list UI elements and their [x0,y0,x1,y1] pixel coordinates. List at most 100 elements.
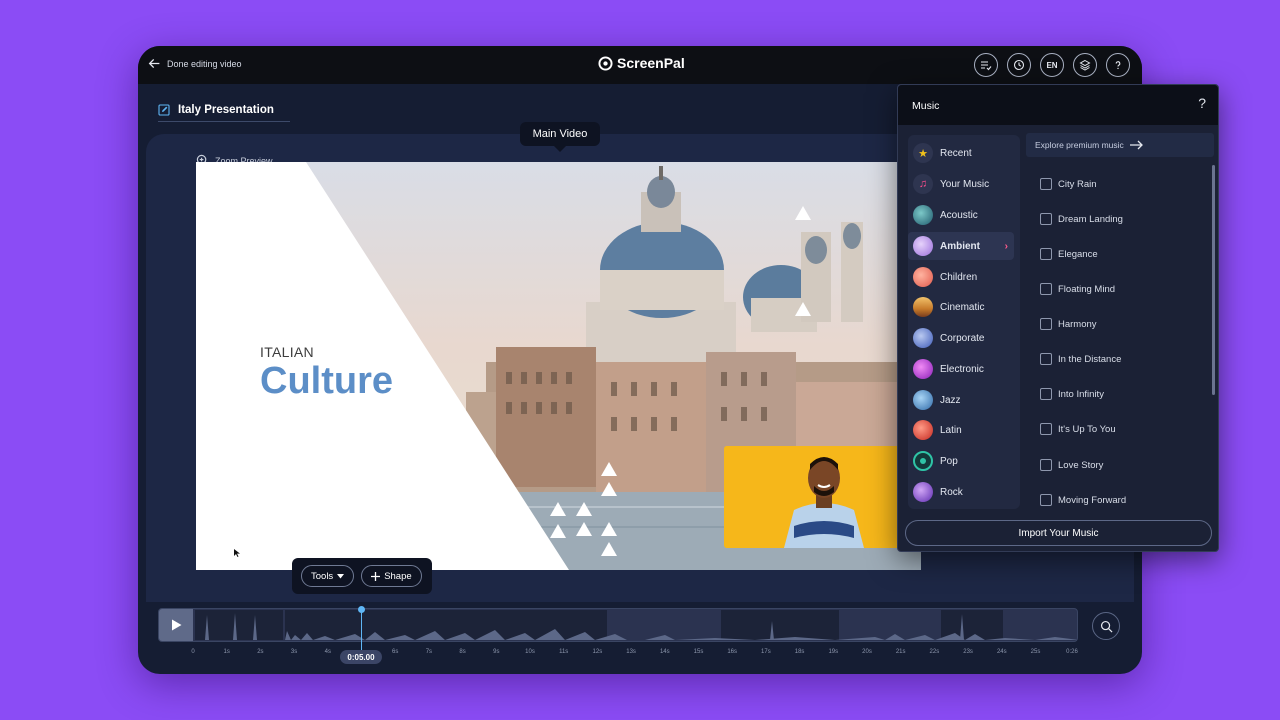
genre-label: Acoustic [940,209,978,221]
done-editing-button[interactable]: Done editing video [148,57,242,70]
tick-label: 1s [223,649,230,655]
list-check-icon [981,61,992,71]
tools-dropdown[interactable]: Tools [301,565,355,587]
genre-item-corporate[interactable]: Corporate [908,324,1014,352]
latin-icon [913,420,933,440]
genre-item-rock[interactable]: Rock [908,478,1014,506]
genre-item-children[interactable]: Children [908,263,1014,291]
tick-label: 18s [794,649,805,655]
timeline-zoom-button[interactable] [1092,612,1120,640]
genre-label: Cinematic [940,301,985,313]
track-title: Dream Landing [1058,213,1123,225]
screenpal-logo: ScreenPal [598,55,685,71]
track-item[interactable]: Love Story [1026,454,1206,476]
tick-label: 14s [659,649,670,655]
main-video-tooltip: Main Video [520,122,600,152]
language-button[interactable]: EN [1040,53,1064,77]
genre-label: Jazz [940,394,961,406]
track-list-scrollbar[interactable] [1212,165,1215,395]
search-icon [1100,620,1112,632]
pop-icon [913,451,933,471]
import-music-button[interactable]: Import Your Music [905,520,1212,546]
genre-item-your-music[interactable]: ♫ Your Music [908,170,1014,198]
genre-item-cinematic[interactable]: Cinematic [908,293,1014,321]
genre-list: ★ Recent ♫ Your Music Acoustic Ambient ›… [908,135,1020,509]
genre-item-jazz[interactable]: Jazz [908,386,1014,414]
genre-item-ambient[interactable]: Ambient › [908,232,1014,260]
track-item[interactable]: City Rain [1026,173,1206,195]
track-checkbox[interactable] [1040,459,1052,471]
play-button[interactable] [159,609,193,641]
project-title-tab[interactable]: Italy Presentation [158,98,290,122]
genre-label: Ambient [940,240,980,252]
shape-label: Shape [384,570,412,582]
chevron-right-icon: › [1004,240,1008,252]
video-canvas[interactable]: ITALIAN Culture [196,162,921,570]
logo-mark-icon [598,55,613,71]
tick-label: 4s [324,649,331,655]
track-checkbox[interactable] [1040,494,1052,506]
genre-item-acoustic[interactable]: Acoustic [908,201,1014,229]
track-checkbox[interactable] [1040,283,1052,295]
current-time-badge: 0:05.00 [340,650,382,664]
timeline-track[interactable] [158,608,1078,642]
track-item[interactable]: Moving Forward [1026,489,1206,511]
help-button[interactable] [1106,53,1130,77]
top-bar: Done editing video ScreenPal EN [138,46,1142,84]
star-icon: ★ [913,143,933,163]
layers-icon [1079,59,1091,71]
tick-label: 22s [929,649,940,655]
slide-kicker: ITALIAN [260,344,314,360]
genre-label: Children [940,271,978,283]
captions-button[interactable] [974,53,998,77]
add-shape-button[interactable]: Shape [361,565,422,587]
track-checkbox[interactable] [1040,423,1052,435]
track-title: City Rain [1058,178,1097,190]
tick-label: 15s [693,649,704,655]
electronic-icon [913,359,933,379]
plus-icon [371,571,381,581]
tick-label: 13s [626,649,636,655]
genre-item-latin[interactable]: Latin [908,416,1014,444]
track-item[interactable]: Elegance [1026,243,1206,265]
tick-label: 9s [493,649,500,655]
history-button[interactable] [1007,53,1031,77]
track-checkbox[interactable] [1040,388,1052,400]
track-item[interactable]: Dream Landing [1026,208,1206,230]
explore-premium-link[interactable]: Explore premium music [1026,133,1214,157]
playhead-handle[interactable] [358,606,365,613]
track-checkbox[interactable] [1040,248,1052,260]
track-item[interactable]: It's Up To You [1026,418,1206,440]
track-checkbox[interactable] [1040,213,1052,225]
track-title: In the Distance [1058,353,1122,365]
genre-item-pop[interactable]: Pop [908,447,1014,475]
arrow-left-icon [148,58,160,69]
tick-label: 24s [996,649,1007,655]
music-help-button[interactable]: ? [1198,95,1206,111]
track-title: Into Infinity [1058,388,1104,400]
jazz-icon [913,390,933,410]
track-item[interactable]: In the Distance [1026,348,1206,370]
track-item[interactable]: Harmony [1026,313,1206,335]
ambient-icon [913,236,933,256]
caret-down-icon [337,573,345,578]
music-panel-title: Music [912,100,940,112]
slide-headline: Culture [260,360,393,402]
play-icon [172,619,182,631]
track-title: Elegance [1058,248,1098,260]
logo-text: ScreenPal [617,55,685,71]
track-item[interactable]: Into Infinity [1026,383,1206,405]
track-title: It's Up To You [1058,423,1116,435]
track-checkbox[interactable] [1040,318,1052,330]
track-item[interactable]: Floating Mind [1026,278,1206,300]
acoustic-icon [913,205,933,225]
track-checkbox[interactable] [1040,353,1052,365]
genre-item-electronic[interactable]: Electronic [908,355,1014,383]
webcam-overlay[interactable] [724,446,904,548]
layers-button[interactable] [1073,53,1097,77]
genre-item-recent[interactable]: ★ Recent [908,139,1014,167]
tick-label: 6s [392,649,399,655]
track-checkbox[interactable] [1040,178,1052,190]
genre-label: Recent [940,147,972,159]
tick-label: 3s [290,649,298,655]
